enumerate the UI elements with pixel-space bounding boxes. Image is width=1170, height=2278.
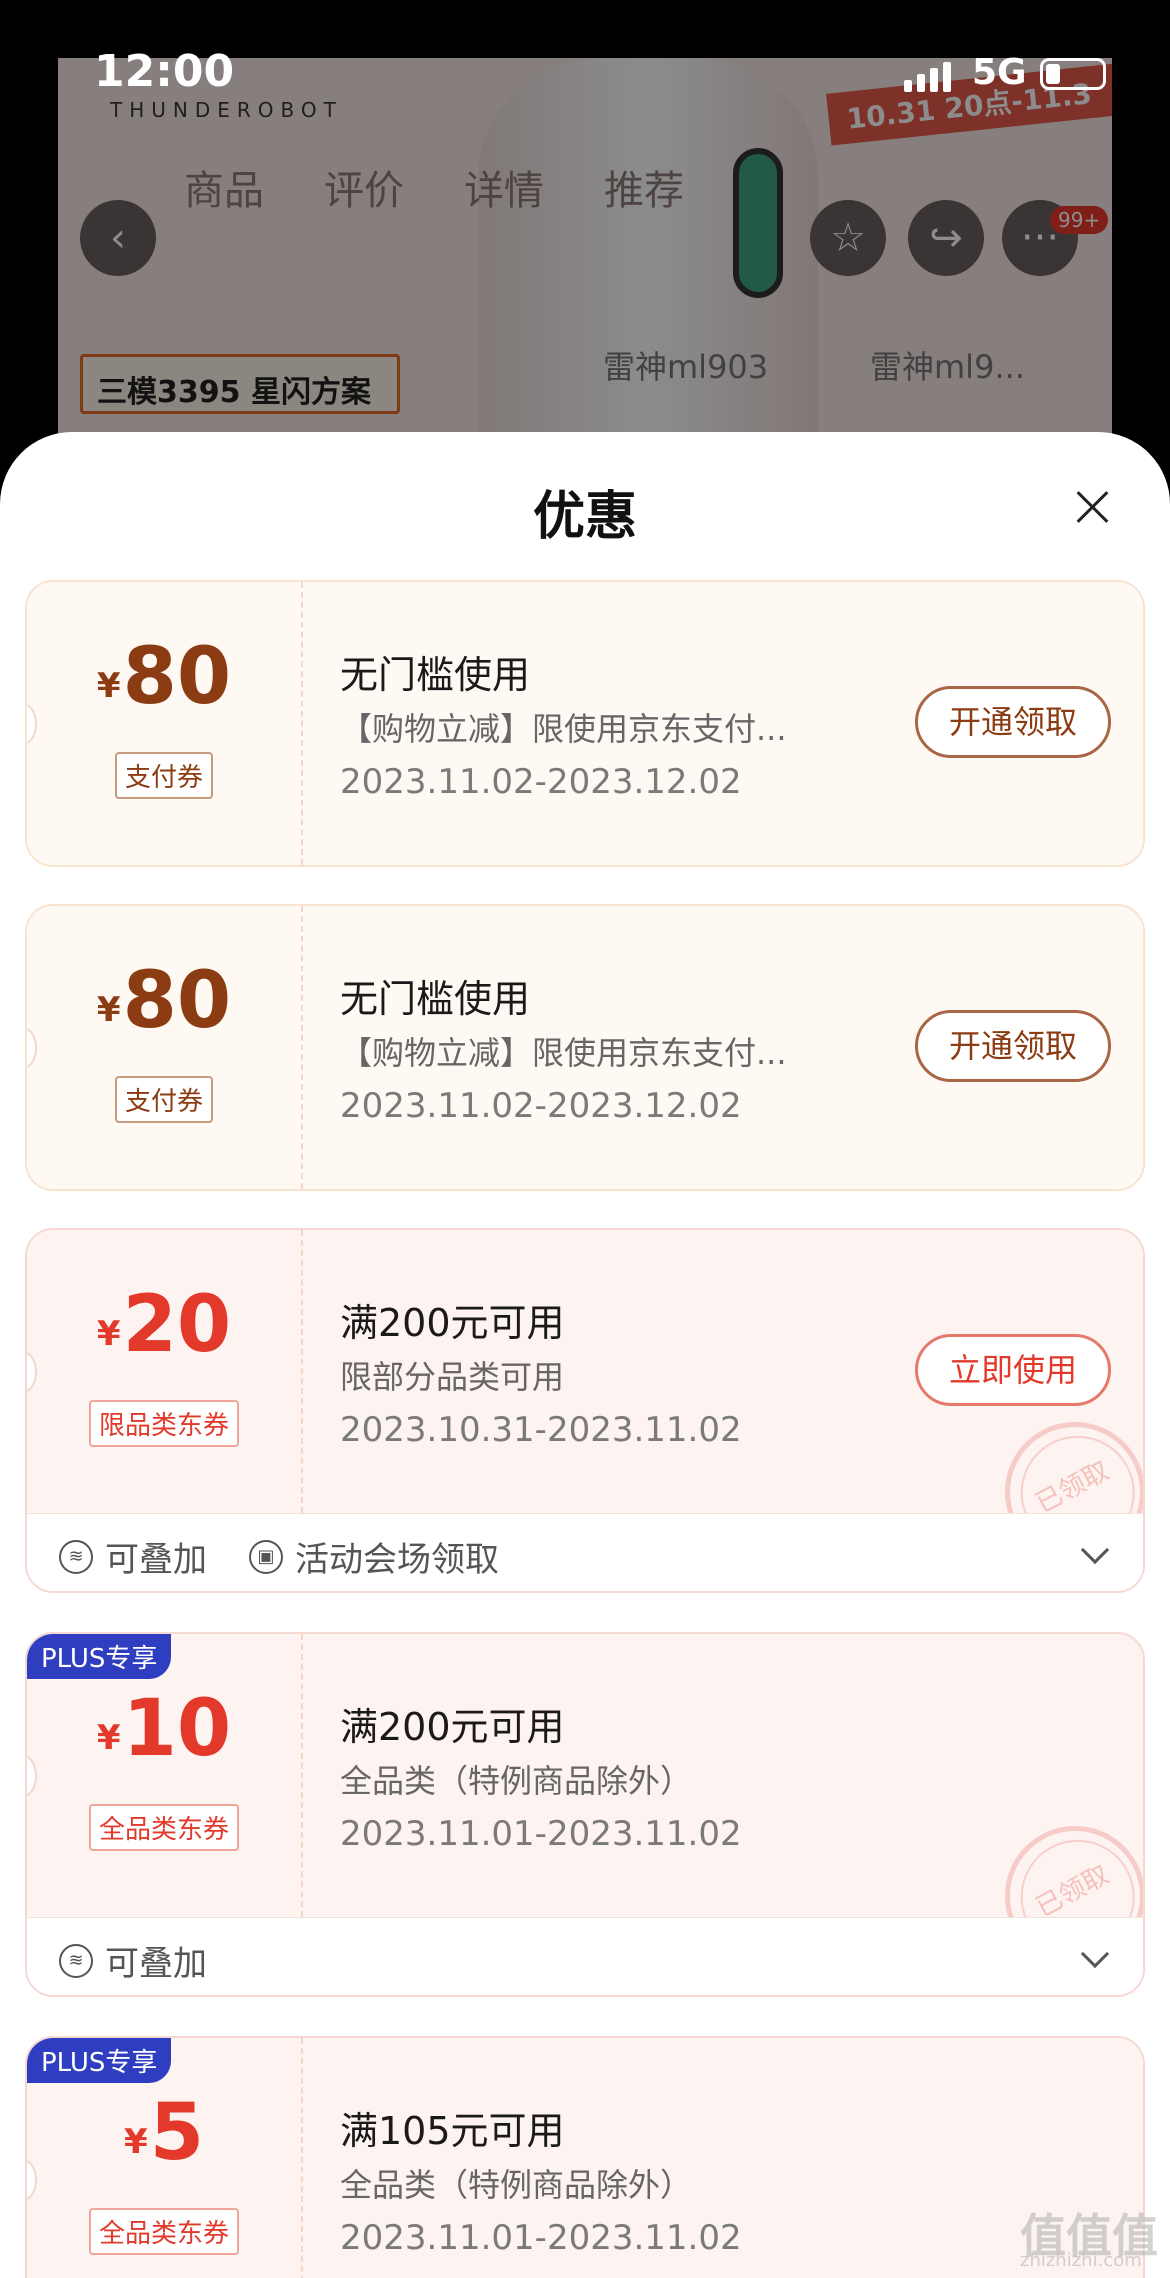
coupon-description: 【购物立减】限使用京东支付... (340, 1034, 787, 1072)
status-bar: 12:00 5G (0, 0, 1170, 140)
dashed-divider (301, 906, 303, 1189)
close-icon[interactable] (1072, 486, 1114, 528)
coupon-condition: 满200元可用 (340, 1705, 565, 1749)
coupon-card: ¥5 全品类东券 满105元可用 全品类（特例商品除外） 2023.11.01-… (25, 2036, 1145, 2278)
dashed-divider (301, 582, 303, 865)
coupon-type-label: 限品类东券 (88, 1400, 240, 1447)
coupon-type-label: 全品类东券 (88, 1804, 240, 1851)
ticket-icon: ▣ (249, 1539, 283, 1574)
coupon-date-range: 2023.11.01-2023.11.02 (340, 2218, 742, 2258)
coupon-amount: ¥5 (124, 2088, 204, 2178)
coupon-description: 全品类（特例商品除外） (340, 2166, 693, 2204)
stack-icon: ≋ (59, 1539, 93, 1574)
network-type: 5G (972, 52, 1027, 93)
coupon-amount: ¥80 (96, 632, 232, 722)
dashed-divider (301, 1634, 303, 1917)
sheet-title: 优惠 (532, 487, 637, 547)
coupon-card: ¥20 限品类东券 满200元可用 限部分品类可用 2023.10.31-202… (25, 1228, 1145, 1593)
chevron-down-icon[interactable] (1080, 1535, 1110, 1565)
coupon-card: ¥80 支付券 无门槛使用 【购物立减】限使用京东支付... 2023.11.0… (25, 904, 1145, 1191)
coupon-amount: ¥10 (96, 1684, 232, 1774)
use-now-button[interactable]: 立即使用 (915, 1334, 1111, 1406)
plus-exclusive-badge: PLUS专享 (27, 1634, 172, 1679)
venue-claim-info: ▣ 活动会场领取 (249, 1532, 499, 1581)
status-time: 12:00 (94, 46, 235, 97)
coupon-condition: 无门槛使用 (340, 977, 531, 1021)
coupon-description: 【购物立减】限使用京东支付... (340, 710, 787, 748)
coupon-card: ¥10 全品类东券 满200元可用 全品类（特例商品除外） 2023.11.01… (25, 1632, 1145, 1997)
stackable-info: ≋ 可叠加 (59, 1936, 207, 1985)
battery-icon (1040, 58, 1106, 90)
coupon-sheet: 优惠 ¥80 支付券 无门槛使用 【购物立减】限使用京东支付... 2023.1… (0, 432, 1170, 2278)
coupon-type-label: 支付券 (114, 752, 214, 799)
activate-claim-button[interactable]: 开通领取 (915, 686, 1111, 758)
coupon-condition: 满200元可用 (340, 1301, 565, 1345)
coupon-date-range: 2023.11.02-2023.12.02 (340, 762, 742, 802)
plus-exclusive-badge: PLUS专享 (27, 2038, 172, 2083)
coupon-type-label: 全品类东券 (88, 2208, 240, 2255)
stack-icon: ≋ (59, 1943, 93, 1978)
coupon-footer[interactable]: ≋ 可叠加 (27, 1917, 1143, 1995)
activate-claim-button[interactable]: 开通领取 (915, 1010, 1111, 1082)
dashed-divider (301, 2038, 303, 2278)
coupon-card: ¥80 支付券 无门槛使用 【购物立减】限使用京东支付... 2023.11.0… (25, 580, 1145, 867)
coupon-description: 限部分品类可用 (340, 1358, 565, 1396)
coupon-footer[interactable]: ≋ 可叠加 ▣ 活动会场领取 (27, 1513, 1143, 1591)
coupon-condition: 满105元可用 (340, 2109, 565, 2153)
dashed-divider (301, 1230, 303, 1513)
signal-icon (904, 62, 951, 92)
coupon-date-range: 2023.11.02-2023.12.02 (340, 1086, 742, 1126)
coupon-amount: ¥80 (96, 956, 232, 1046)
stackable-info: ≋ 可叠加 (59, 1532, 207, 1581)
coupon-date-range: 2023.10.31-2023.11.02 (340, 1410, 742, 1450)
coupon-date-range: 2023.11.01-2023.11.02 (340, 1814, 742, 1854)
chevron-down-icon[interactable] (1080, 1939, 1110, 1969)
coupon-description: 全品类（特例商品除外） (340, 1762, 693, 1800)
coupon-condition: 无门槛使用 (340, 653, 531, 697)
coupon-amount: ¥20 (96, 1280, 232, 1370)
coupon-type-label: 支付券 (114, 1076, 214, 1123)
watermark-url: zhizhizhi.com (1020, 2250, 1142, 2271)
